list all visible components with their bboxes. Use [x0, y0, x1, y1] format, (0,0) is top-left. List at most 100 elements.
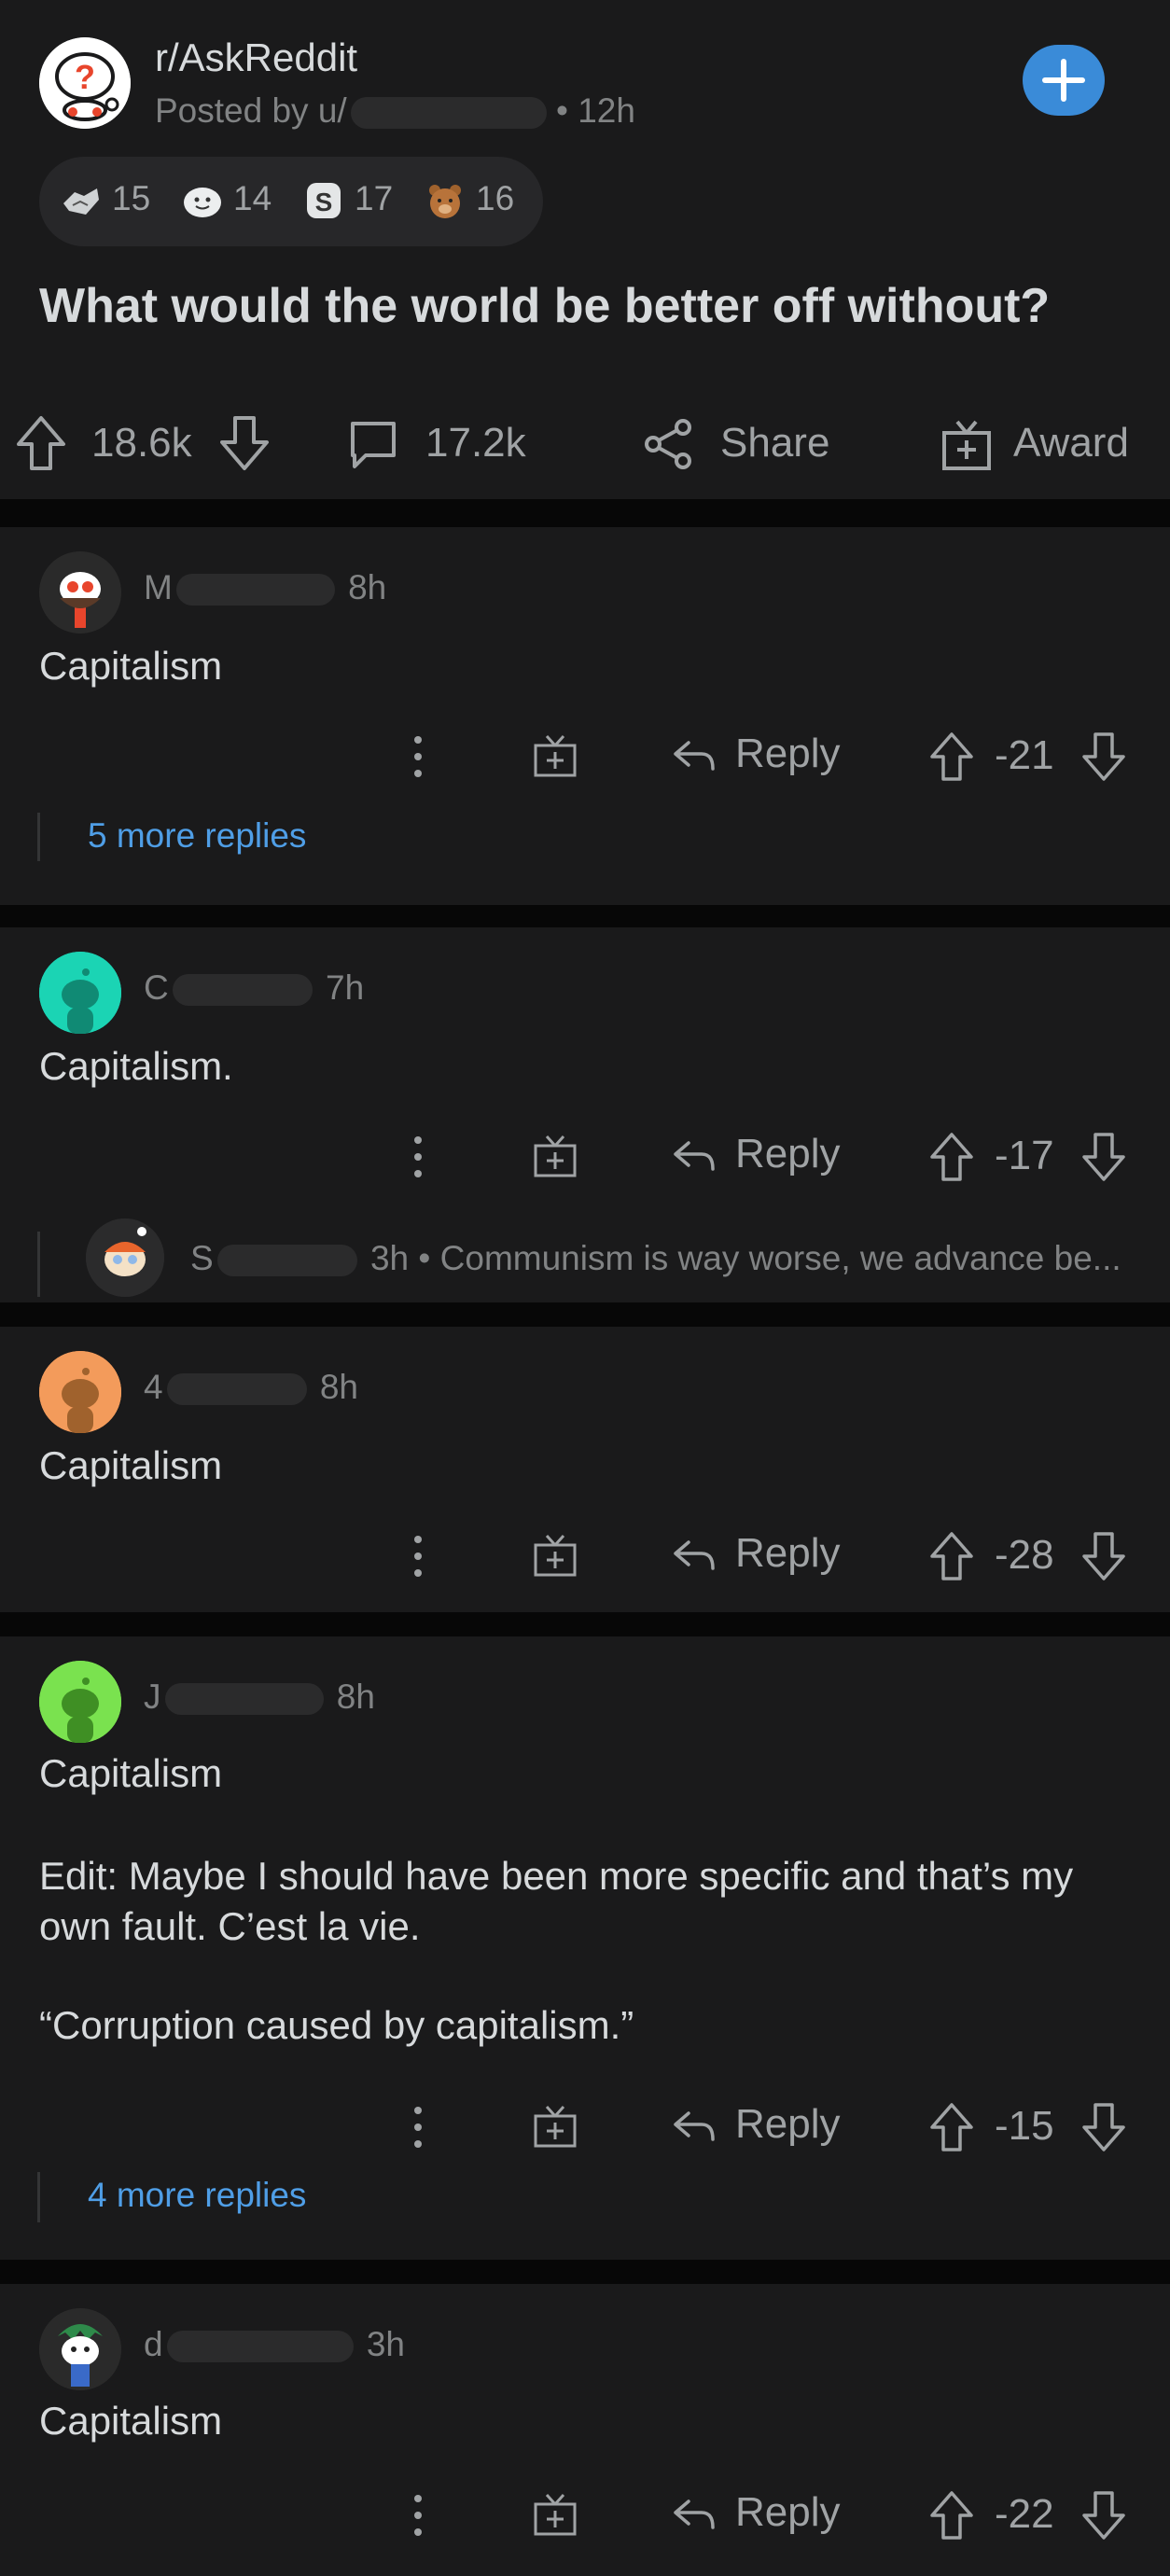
downvote-icon[interactable]	[1080, 1131, 1127, 1183]
upvote-icon[interactable]	[928, 2101, 975, 2153]
reply-arrow-icon	[674, 741, 715, 772]
comment-age: 8h	[319, 1368, 359, 1406]
upvote-icon[interactable]	[928, 731, 975, 783]
avatar[interactable]	[39, 1351, 121, 1433]
post-meta: Posted by u/ • 12h	[155, 91, 635, 131]
redacted-username	[166, 2331, 354, 2363]
more-options-icon[interactable]	[407, 2487, 429, 2543]
award-silver: S 17	[302, 179, 393, 222]
reply-arrow-icon	[674, 1540, 715, 1571]
post-title[interactable]: What would the world be better off witho…	[39, 278, 1050, 334]
award-gift-icon[interactable]	[532, 1133, 578, 1179]
avatar[interactable]	[39, 952, 121, 1034]
comment-score: -21	[995, 732, 1054, 778]
subreddit-name[interactable]: r/AskReddit	[155, 35, 357, 80]
thread-line	[37, 813, 40, 861]
share-icon[interactable]	[640, 416, 696, 472]
comment-author[interactable]: 4 8h	[144, 1368, 358, 1407]
reply-avatar[interactable]	[86, 1218, 164, 1297]
thread-line	[37, 2172, 40, 2222]
bear-award-icon	[424, 179, 467, 222]
comment-body: Capitalism.	[39, 1044, 233, 1088]
divider	[0, 2260, 1170, 2284]
comment-body: Capitalism	[39, 644, 223, 688]
award-button[interactable]: Award	[1013, 420, 1129, 466]
comment-author[interactable]: d 3h	[144, 2325, 405, 2364]
comment-card: J 8h Capitalism Edit: Maybe I should hav…	[0, 1636, 1170, 2260]
downvote-icon[interactable]	[216, 412, 272, 474]
avatar[interactable]	[39, 1661, 121, 1743]
reply-button[interactable]: Reply	[670, 1131, 841, 1177]
post-score: 18.6k	[91, 420, 192, 466]
awards-bar[interactable]: 15 14 S 17 16	[39, 157, 543, 246]
comment-age: 8h	[348, 568, 387, 606]
reply-button[interactable]: Reply	[670, 2489, 841, 2536]
redacted-username	[166, 1373, 307, 1406]
comment-edit: Edit: Maybe I should have been more spec…	[39, 1854, 1074, 1948]
comment-actions: Reply -15	[0, 2090, 1170, 2165]
comment-card: C 7h Capitalism. Reply -17 S 3h • Commun…	[0, 927, 1170, 1302]
redacted-username	[172, 974, 313, 1007]
avatar[interactable]	[39, 2308, 121, 2390]
upvote-icon[interactable]	[13, 412, 69, 474]
award-gift-icon[interactable]	[532, 732, 578, 779]
upvote-icon[interactable]	[928, 1131, 975, 1183]
comment-actions: Reply -22	[0, 2478, 1170, 2553]
more-options-icon[interactable]	[407, 2099, 429, 2155]
reply-button[interactable]: Reply	[670, 731, 841, 777]
avatar[interactable]	[39, 551, 121, 634]
more-options-icon[interactable]	[407, 729, 429, 785]
award-gift-icon[interactable]	[532, 2491, 578, 2538]
comment-body: Capitalism	[39, 1751, 223, 1795]
comment-card: d 3h Capitalism Reply -22	[0, 2284, 1170, 2576]
reply-arrow-icon	[674, 1141, 715, 1172]
comment-body: Capitalism	[39, 2399, 223, 2443]
downvote-icon[interactable]	[1080, 1530, 1127, 1582]
award-gift-icon[interactable]	[939, 416, 995, 472]
award-wholesome: 14	[181, 179, 272, 222]
comment-actions: Reply -21	[0, 719, 1170, 794]
more-options-icon[interactable]	[407, 1528, 429, 1584]
comment-icon[interactable]	[345, 416, 401, 472]
comment-author[interactable]: C 7h	[144, 968, 364, 1008]
award-gift-icon[interactable]	[532, 2103, 578, 2150]
comment-author[interactable]: J 8h	[144, 1678, 375, 1717]
handshake-award-icon	[60, 179, 103, 222]
upvote-icon[interactable]	[928, 1530, 975, 1582]
redacted-username	[350, 97, 547, 130]
reply-button[interactable]: Reply	[670, 2101, 841, 2148]
comment-count[interactable]: 17.2k	[425, 420, 526, 466]
more-options-icon[interactable]	[407, 1129, 429, 1185]
divider	[0, 1302, 1170, 1327]
comment-body: Capitalism	[39, 1443, 223, 1487]
comment-card: M 8h Capitalism Reply -21 5 more replies	[0, 527, 1170, 905]
downvote-icon[interactable]	[1080, 2101, 1127, 2153]
comment-age: 7h	[326, 968, 365, 1007]
comment-score: -28	[995, 1532, 1054, 1578]
redacted-username	[216, 1245, 357, 1277]
divider	[0, 1612, 1170, 1636]
reply-preview[interactable]: S 3h • Communism is way worse, we advanc…	[190, 1239, 1121, 1278]
redacted-username	[175, 574, 335, 606]
downvote-icon[interactable]	[1080, 731, 1127, 783]
reply-button[interactable]: Reply	[670, 1530, 841, 1577]
more-replies-link[interactable]: 4 more replies	[88, 2176, 306, 2215]
comment-score: -17	[995, 1133, 1054, 1178]
reply-arrow-icon	[674, 2499, 715, 2530]
thread-line	[37, 1232, 40, 1297]
comment-score: -15	[995, 2103, 1054, 2149]
share-button[interactable]: Share	[720, 420, 829, 466]
comment-actions: Reply -17	[0, 1120, 1170, 1194]
post-card: ? r/AskReddit Posted by u/ • 12h 15 14 S…	[0, 0, 1170, 499]
comment-actions: Reply -28	[0, 1519, 1170, 1594]
wholesome-seal-award-icon	[181, 179, 224, 222]
award-gift-icon[interactable]	[532, 1532, 578, 1579]
upvote-icon[interactable]	[928, 2489, 975, 2541]
more-replies-link[interactable]: 5 more replies	[88, 816, 306, 856]
comment-card: 4 8h Capitalism Reply -28	[0, 1327, 1170, 1612]
subreddit-avatar[interactable]: ?	[39, 37, 131, 129]
downvote-icon[interactable]	[1080, 2489, 1127, 2541]
join-button[interactable]	[1023, 45, 1105, 116]
comment-author[interactable]: M 8h	[144, 568, 386, 607]
comment-age: 8h	[336, 1678, 375, 1716]
